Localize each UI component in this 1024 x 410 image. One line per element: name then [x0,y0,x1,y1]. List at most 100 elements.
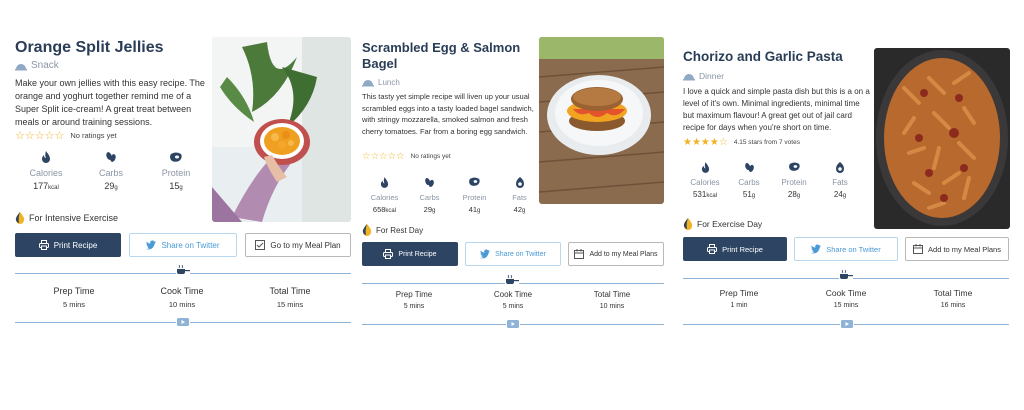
meal-plan-label: Go to my Meal Plan [270,240,341,250]
time-label: Total Time [269,286,311,296]
grains-icon [744,162,754,172]
star-rating[interactable]: ★★★★☆ [683,137,728,148]
macros: Calories 177kcal Carbs 29g Protein 15g [15,150,207,191]
print-recipe-button[interactable]: Print Recipe [362,242,458,266]
recipe-photo [212,37,351,222]
meal-plan-button[interactable]: Go to my Meal Plan [245,233,351,257]
macro-fats: Fats 24g [817,160,863,199]
macro-value: 41 [468,205,477,214]
share-twitter-label: Share on Twitter [826,244,881,254]
print-recipe-button[interactable]: Print Recipe [15,233,121,257]
macro-label: Protein [161,168,191,178]
printer-icon [707,244,718,254]
share-twitter-button[interactable]: Share on Twitter [129,233,237,257]
time-value: 16 mins [940,302,966,309]
pan-icon [505,275,519,284]
macro-calories: Calories 531kcal [683,160,727,199]
star-rating[interactable]: ☆☆☆☆☆ [15,129,64,142]
exercise-tag: For Intensive Exercise [15,212,118,224]
macro-fats: Fats 42g [497,175,542,214]
macro-label: Calories [370,193,399,202]
meal-type: Snack [15,60,59,71]
macro-carbs: Carbs 51g [727,160,771,199]
recipe-times: Prep Time 1 min Cook Time 15 mins Total … [683,288,1009,309]
macro-value: 531 [692,190,707,199]
total-time: Total Time 16 mins [897,288,1009,309]
macro-value: 51 [742,190,752,199]
grains-icon [106,152,116,162]
macro-value: 42 [513,205,522,214]
meal-type-label: Dinner [699,71,725,81]
macro-unit: g [796,193,801,199]
exercise-tag-label: For Intensive Exercise [29,213,119,223]
meal-type-label: Lunch [378,77,400,87]
calendar-icon [574,249,585,259]
video-icon[interactable] [176,318,190,326]
recipe-photo [874,48,1010,229]
macros: Calories 658kcal Carbs 29g Protein 41 g F… [362,175,542,214]
share-twitter-label: Share on Twitter [495,250,546,258]
add-meal-plan-button[interactable]: Add to my Meal Plans [568,242,664,266]
rating[interactable]: ☆☆☆☆☆ No ratings yet [15,129,117,142]
time-value: 10 mins [599,303,625,310]
time-label: Prep Time [395,290,433,299]
share-twitter-button[interactable]: Share on Twitter [465,242,561,266]
macro-unit: g [114,185,118,191]
macro-label: Carbs [98,168,123,178]
cook-time: Cook Time 15 mins [795,288,897,309]
macro-label: Carbs [738,178,760,187]
time-label: Total Time [593,290,631,299]
checkbox-icon [255,240,266,250]
macro-value: 177 [33,181,49,191]
macro-carbs: Carbs 29g [407,175,452,214]
time-label: Cook Time [825,288,867,298]
print-recipe-button[interactable]: Print Recipe [683,237,787,261]
grains-icon [425,177,434,187]
cloche-icon [683,74,695,81]
recipe-description: Make your own jellies with this easy rec… [15,78,205,127]
add-meal-plan-button[interactable]: Add to my Meal Plans [905,237,1009,261]
print-recipe-label: Print Recipe [398,250,437,258]
flame-icon [380,176,389,188]
avocado-icon [515,176,524,188]
add-meal-plan-label: Add to my Meal Plans [589,250,658,258]
macro-unit: kcal [48,185,59,191]
macro-carbs: Carbs 29g [77,150,145,191]
rating[interactable]: ☆☆☆☆☆ No ratings yet [362,151,451,162]
rating[interactable]: ★★★★☆ 4.15 stars from 7 votes [683,137,800,148]
drop-icon [362,224,372,236]
share-twitter-button[interactable]: Share on Twitter [794,237,898,261]
flame-icon [42,151,50,163]
video-icon[interactable] [506,320,520,328]
drop-icon [15,212,25,224]
prep-time: Prep Time 5 mins [15,286,133,309]
printer-icon [383,249,394,259]
macro-label: Fats [832,178,848,187]
macro-protein: Protein 15g [145,150,207,191]
macro-unit: g [179,185,183,191]
recipe-card-orange-split-jellies: Orange Split Jellies Snack Make your own… [10,30,355,330]
pan-icon [839,270,853,279]
video-icon[interactable] [840,320,854,328]
macro-unit: g [522,208,526,214]
macro-unit: kcal [385,208,397,214]
total-time: Total Time 10 mins [560,290,664,310]
macro-unit: kcal [706,193,718,199]
recipe-title: Chorizo and Garlic Pasta [683,49,843,64]
recipe-photo [539,37,664,204]
time-label: Prep Time [53,286,95,296]
pan-icon [176,265,190,274]
macro-label: Protein [462,193,487,202]
star-rating[interactable]: ☆☆☆☆☆ [362,151,405,162]
meal-type: Dinner [683,71,724,81]
recipe-times: Prep Time 5 mins Cook Time 5 mins Total … [362,290,664,310]
recipe-description: I love a quick and simple pasta dish but… [683,87,870,132]
time-value: 5 mins [403,303,425,310]
macro-label: Protein [781,178,807,187]
macro-calories: Calories 658kcal [362,175,407,214]
time-value: 5 mins [502,303,524,310]
exercise-tag: For Exercise Day [683,218,762,230]
time-value: 10 mins [168,300,196,309]
macro-label: Calories [690,178,720,187]
macro-protein: Protein 28g [771,160,817,199]
